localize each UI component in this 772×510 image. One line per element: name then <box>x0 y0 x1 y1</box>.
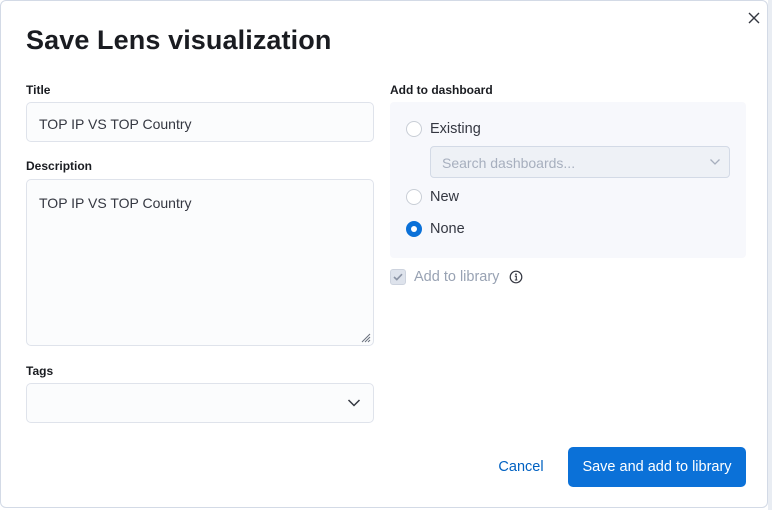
cancel-button[interactable]: Cancel <box>485 448 557 486</box>
close-icon <box>748 12 760 24</box>
radio-button-none[interactable] <box>406 221 422 237</box>
checkmark-icon <box>393 273 403 281</box>
background-page-strip <box>768 0 772 510</box>
radio-button-new[interactable] <box>406 189 422 205</box>
radio-existing[interactable]: Existing <box>406 121 481 137</box>
resize-handle-icon[interactable] <box>359 331 371 343</box>
save-and-add-to-library-button[interactable]: Save and add to library <box>568 447 746 487</box>
radio-label-existing: Existing <box>430 121 481 137</box>
save-lens-modal: Save Lens visualization Title TOP IP VS … <box>0 0 768 508</box>
tags-combobox[interactable] <box>26 383 374 423</box>
chevron-down-icon <box>347 399 361 407</box>
radio-label-new: New <box>430 189 460 205</box>
add-to-library-checkbox <box>390 269 406 285</box>
description-textarea-value: TOP IP VS TOP Country <box>39 195 192 211</box>
description-textarea[interactable]: TOP IP VS TOP Country <box>26 179 374 346</box>
search-dashboards-select: Search dashboards... <box>430 146 730 178</box>
dashboard-options-panel: Existing Search dashboards... New None <box>390 102 746 258</box>
close-button[interactable] <box>745 9 763 27</box>
chevron-down-icon <box>710 159 720 165</box>
tags-label: Tags <box>26 364 54 378</box>
modal-title: Save Lens visualization <box>26 25 332 55</box>
radio-none[interactable]: None <box>406 221 465 237</box>
title-label: Title <box>26 83 51 97</box>
title-input-value: TOP IP VS TOP Country <box>39 116 192 132</box>
description-label: Description <box>26 159 93 173</box>
radio-button-existing[interactable] <box>406 121 422 137</box>
add-to-dashboard-label: Add to dashboard <box>390 83 493 97</box>
title-input[interactable]: TOP IP VS TOP Country <box>26 102 374 142</box>
radio-label-none: None <box>430 221 465 237</box>
info-icon[interactable] <box>509 270 523 284</box>
radio-new[interactable]: New <box>406 189 459 205</box>
search-dashboards-placeholder: Search dashboards... <box>442 155 576 171</box>
add-to-library-label: Add to library <box>414 269 500 285</box>
add-to-library-row: Add to library <box>390 269 523 285</box>
